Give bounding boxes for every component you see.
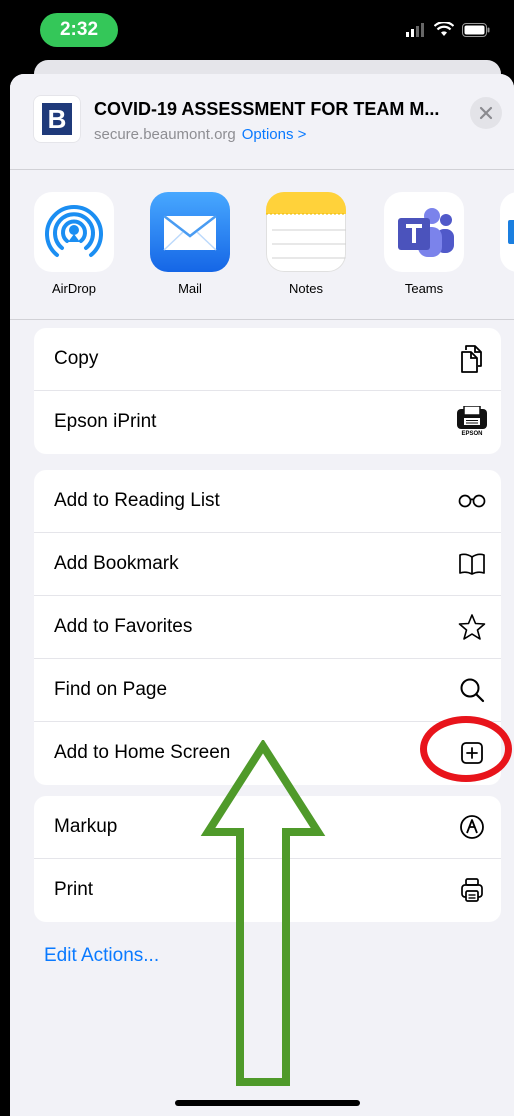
airdrop-icon xyxy=(34,192,114,272)
battery-icon xyxy=(462,22,490,37)
app-label: Mail xyxy=(178,281,202,296)
app-notes[interactable]: Notes xyxy=(266,192,346,296)
action-label: Epson iPrint xyxy=(54,411,157,432)
app-teams[interactable]: Teams xyxy=(384,192,464,296)
app-label: Teams xyxy=(404,281,444,296)
site-favicon: B xyxy=(33,95,81,143)
status-icons xyxy=(406,22,490,37)
site-favicon-letter: B xyxy=(42,103,72,135)
annotation-green-arrow xyxy=(200,740,326,1086)
action-add-to-reading-list[interactable]: Add to Reading List xyxy=(34,470,501,533)
action-label: Find on Page xyxy=(54,679,168,700)
close-icon xyxy=(479,106,493,120)
markup-pen-icon xyxy=(455,810,489,844)
site-domain: secure.beaumont.org xyxy=(94,126,236,143)
app-airdrop[interactable]: AirDrop xyxy=(34,192,114,296)
page-subtitle: secure.beaumont.org Options > xyxy=(94,126,306,143)
action-label: Add to Favorites xyxy=(54,616,193,637)
action-add-to-favorites[interactable]: Add to Favorites xyxy=(34,596,501,659)
home-indicator[interactable] xyxy=(175,1100,360,1106)
app-mail[interactable]: Mail xyxy=(150,192,230,296)
star-icon xyxy=(455,610,489,644)
options-link[interactable]: Options > xyxy=(242,126,307,143)
action-epson-iprint[interactable]: Epson iPrint EPSON xyxy=(34,391,501,454)
mail-icon xyxy=(150,192,230,272)
action-label: Print xyxy=(54,879,94,900)
printer-icon xyxy=(455,873,489,907)
action-find-on-page[interactable]: Find on Page xyxy=(34,659,501,722)
wifi-icon xyxy=(434,22,454,36)
action-add-bookmark[interactable]: Add Bookmark xyxy=(34,533,501,596)
copy-icon xyxy=(455,342,489,376)
teams-icon xyxy=(384,192,464,272)
action-copy[interactable]: Copy xyxy=(34,328,501,391)
action-label: Markup xyxy=(54,816,118,837)
status-bar: 2:32 xyxy=(0,0,514,64)
action-label: Copy xyxy=(54,348,99,369)
app-icon xyxy=(500,192,514,272)
close-button[interactable] xyxy=(470,97,502,129)
annotation-red-circle xyxy=(420,716,512,782)
search-icon xyxy=(455,673,489,707)
share-sheet-header: B COVID-19 ASSESSMENT FOR TEAM M... secu… xyxy=(10,74,514,170)
book-icon xyxy=(455,547,489,581)
signal-icon xyxy=(406,22,424,37)
actions-group-1: Copy Epson iPrint EPSON xyxy=(34,328,501,454)
action-label: Add to Reading List xyxy=(54,490,220,511)
app-partial[interactable] xyxy=(500,192,514,272)
glasses-icon xyxy=(455,484,489,518)
epson-printer-icon: EPSON xyxy=(455,404,489,440)
app-label: AirDrop xyxy=(51,281,97,296)
notes-icon xyxy=(266,192,346,272)
epson-label: EPSON xyxy=(461,431,483,437)
app-row: AirDrop Mail Notes Teams xyxy=(10,170,514,320)
action-label: Add Bookmark xyxy=(54,553,179,574)
status-time: 2:32 xyxy=(40,13,118,47)
page-title: COVID-19 ASSESSMENT FOR TEAM M... xyxy=(94,99,440,119)
edit-actions-link[interactable]: Edit Actions... xyxy=(44,945,159,967)
app-label: Notes xyxy=(289,281,323,296)
